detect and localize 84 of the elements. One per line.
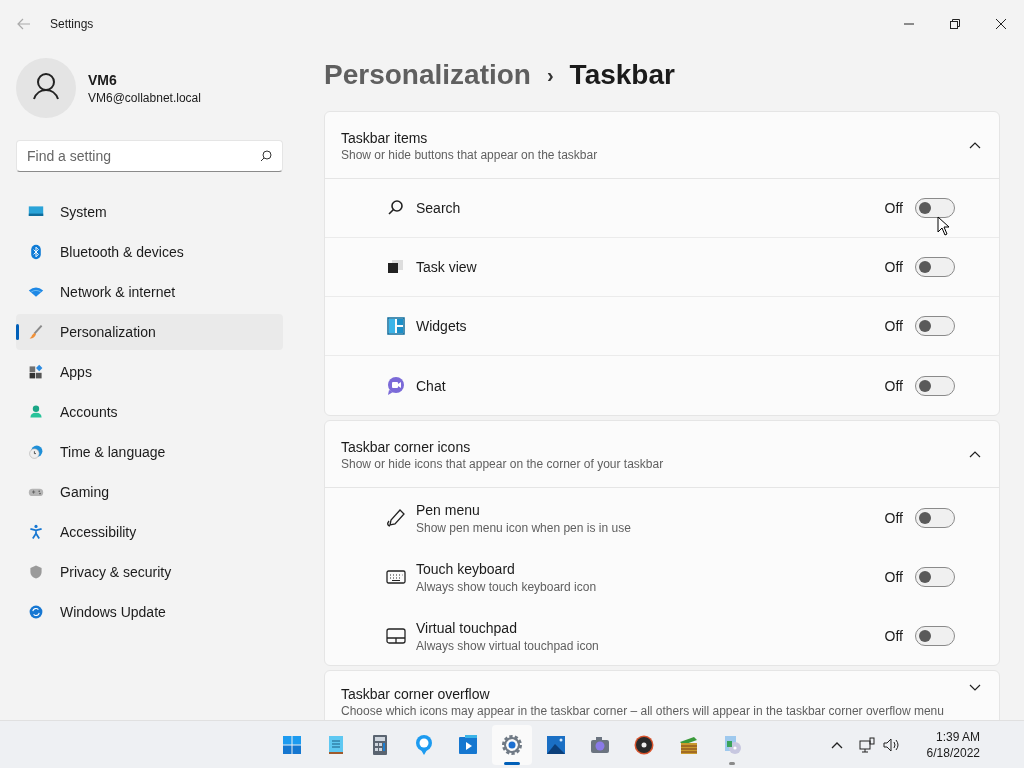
taskbar-button[interactable] bbox=[492, 725, 532, 765]
setting-description: Always show touch keyboard icon bbox=[416, 578, 598, 595]
breadcrumb-separator: › bbox=[546, 63, 554, 88]
setting-label: Search bbox=[416, 199, 462, 218]
running-indicator bbox=[504, 762, 520, 765]
clock-time[interactable]: 1:39 AM bbox=[935, 728, 980, 745]
globe-clock-icon bbox=[28, 444, 44, 460]
pen-icon bbox=[386, 507, 406, 528]
person-icon bbox=[28, 404, 44, 420]
chevron-up-icon bbox=[969, 450, 981, 458]
search-input[interactable]: Find a setting bbox=[27, 146, 260, 166]
toggle-state: Off bbox=[884, 376, 903, 396]
section-title: Taskbar corner icons bbox=[341, 438, 472, 457]
setting-description: Show pen menu icon when pen is in use bbox=[416, 519, 632, 536]
chat-icon bbox=[386, 375, 406, 396]
chevron-up-icon[interactable] bbox=[830, 740, 843, 749]
nav-item[interactable]: Apps bbox=[16, 354, 283, 390]
nav-item[interactable]: Privacy & security bbox=[16, 554, 283, 590]
page-title: Taskbar bbox=[569, 58, 675, 92]
clock-date[interactable]: 6/18/2022 bbox=[926, 744, 980, 761]
sync-icon bbox=[28, 604, 44, 620]
toggle-state: Off bbox=[884, 508, 903, 528]
music-disc-icon bbox=[632, 733, 656, 757]
section-subtitle: Choose which icons may appear in the taskbar corner – all others will appear in the taskbar corner overflow menu bbox=[341, 704, 945, 718]
selection-indicator bbox=[16, 324, 19, 340]
toggle-switch[interactable] bbox=[915, 257, 955, 277]
bluetooth-icon bbox=[28, 244, 44, 260]
search-field[interactable]: Find a setting bbox=[16, 140, 283, 172]
mouse-cursor-icon bbox=[937, 216, 950, 236]
toggle-switch[interactable] bbox=[915, 625, 955, 646]
toggle-state: Off bbox=[884, 567, 903, 587]
shield-icon bbox=[28, 564, 44, 580]
toggle-state: Off bbox=[884, 258, 903, 277]
setting-label: Touch keyboard bbox=[416, 559, 516, 579]
nav-item[interactable]: System bbox=[16, 194, 283, 230]
section-header[interactable]: Taskbar corner overflow Choose which icons may appear in the taskbar corner – all others will appear in the taskbar corner overflow menu bbox=[325, 671, 999, 720]
widgets-icon bbox=[386, 316, 406, 336]
search-icon bbox=[260, 150, 272, 162]
setting-label: Task view bbox=[416, 258, 478, 277]
account-email: VM6@collabnet.local bbox=[88, 90, 201, 106]
nav-item[interactable]: Gaming bbox=[16, 474, 283, 510]
toggle-switch[interactable] bbox=[915, 198, 955, 218]
video-player-icon bbox=[456, 733, 480, 757]
chevron-up-icon bbox=[969, 141, 981, 149]
toggle-switch[interactable] bbox=[915, 507, 955, 528]
nav-item[interactable]: Windows Update bbox=[16, 594, 283, 630]
volume-icon[interactable] bbox=[882, 736, 901, 753]
toggle-state: Off bbox=[884, 626, 903, 646]
breadcrumb-parent[interactable]: Personalization bbox=[324, 54, 531, 96]
setting-label: Chat bbox=[416, 376, 447, 396]
windows-logo-icon bbox=[280, 733, 304, 757]
section-header[interactable]: Taskbar items Show or hide buttons that appear on the taskbar bbox=[325, 112, 999, 179]
setting-label: Virtual touchpad bbox=[416, 618, 518, 638]
nav-item[interactable]: Network & internet bbox=[16, 274, 283, 310]
section-title: Taskbar items bbox=[341, 129, 429, 148]
window-title: Settings bbox=[50, 16, 94, 32]
account-name: VM6 bbox=[88, 71, 118, 90]
toggle-switch[interactable] bbox=[915, 316, 955, 336]
section-title: Taskbar corner overflow bbox=[341, 685, 491, 704]
toggle-state: Off bbox=[884, 199, 903, 218]
touchpad-icon bbox=[386, 625, 406, 646]
accessibility-icon bbox=[28, 524, 44, 540]
settings-icon bbox=[500, 733, 524, 757]
network-icon[interactable] bbox=[858, 736, 875, 753]
setting-label: Pen menu bbox=[416, 500, 481, 520]
setting-label: Widgets bbox=[416, 317, 468, 336]
chevron-down-icon bbox=[969, 684, 981, 691]
setting-description: Always show virtual touchpad icon bbox=[416, 637, 600, 654]
landscape-photo-icon bbox=[544, 733, 568, 757]
apps-icon bbox=[28, 364, 44, 380]
nav-item[interactable]: Personalization bbox=[16, 314, 283, 350]
nav-item[interactable]: Accessibility bbox=[16, 514, 283, 550]
nav-item[interactable]: Accounts bbox=[16, 394, 283, 430]
nav-item[interactable]: Bluetooth & devices bbox=[16, 234, 283, 270]
section-header[interactable]: Taskbar corner icons Show or hide icons that appear on the corner of your taskbar bbox=[325, 421, 999, 488]
brush-icon bbox=[28, 324, 44, 340]
nav-item[interactable]: Time & language bbox=[16, 434, 283, 470]
section-subtitle: Show or hide buttons that appear on the taskbar bbox=[341, 148, 599, 162]
section-subtitle: Show or hide icons that appear on the corner of your taskbar bbox=[341, 457, 665, 471]
toggle-state: Off bbox=[884, 317, 903, 336]
avatar-icon bbox=[16, 58, 76, 118]
toggle-switch[interactable] bbox=[915, 566, 955, 587]
running-indicator bbox=[729, 762, 735, 765]
toggle-switch[interactable] bbox=[915, 375, 955, 396]
